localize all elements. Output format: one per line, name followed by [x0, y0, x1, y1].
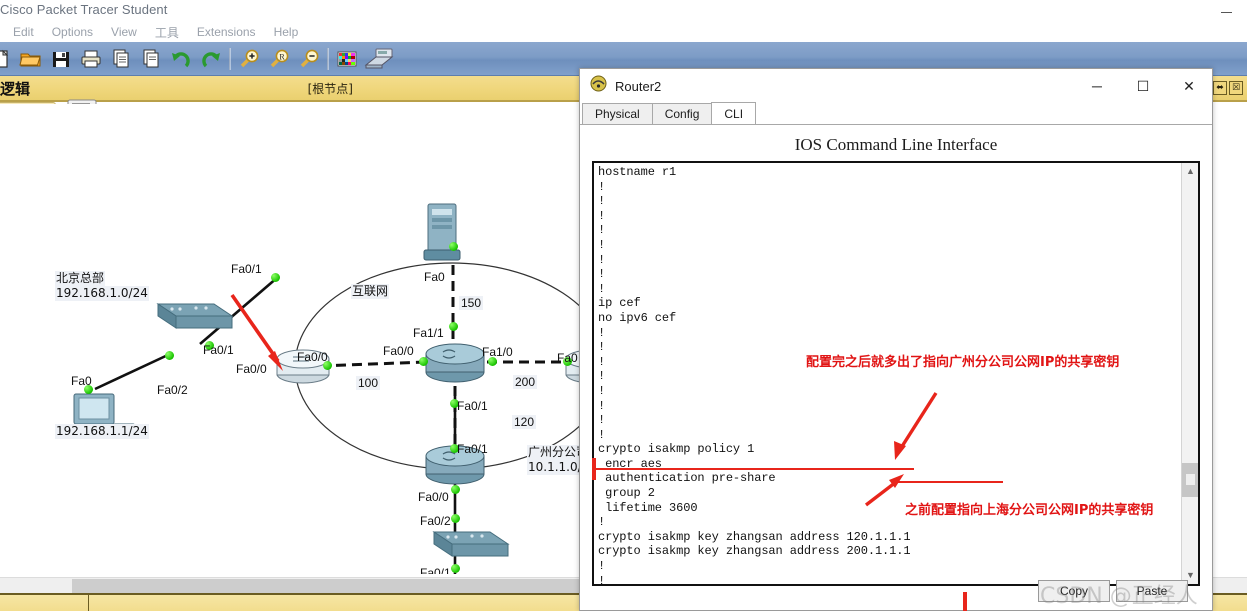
toolbar-separator-2 — [327, 47, 329, 70]
interface-label-gz-switch-fa0-1: Fa0/1 — [420, 566, 451, 574]
interface-label-bottom-fa0-0: Fa0/0 — [418, 490, 449, 504]
move-object-button[interactable]: ⬌ — [1213, 81, 1227, 95]
view-mode-label: 逻辑 — [0, 79, 31, 98]
link-status-dot — [451, 514, 460, 523]
app-title: Cisco Packet Tracer Student — [0, 2, 168, 17]
underline-isakmp-key-120 — [592, 468, 914, 470]
link-cost-200: 200 — [513, 375, 538, 389]
link-status-dot — [451, 485, 460, 494]
cli-maximize-button[interactable]: ☐ — [1120, 69, 1166, 103]
cli-console[interactable]: hostname r1 ! ! ! ! ! ! ! ! ip cef no ip… — [592, 161, 1200, 586]
palette-icon[interactable] — [332, 44, 362, 74]
interface-label-bottom-fa0-1: Fa0/1 — [457, 442, 488, 456]
menu-item-extensions[interactable]: Extensions — [188, 23, 265, 41]
annotation-note-top: 配置完之后就多出了指向广州分公司公网IP的共享密钥 — [806, 355, 1120, 370]
link-status-dot — [449, 242, 458, 251]
cloud-label-internet: 互联网 — [351, 284, 390, 299]
redo-icon[interactable] — [196, 44, 226, 74]
cli-minimize-button[interactable]: ─ — [1074, 69, 1120, 103]
red-arrow-topology — [230, 293, 283, 371]
custom-device-icon[interactable] — [362, 44, 396, 74]
interface-label-left-out-fa0-0: Fa0/0 — [297, 350, 328, 364]
menubar: Edit Options View 工具 Extensions Help — [0, 22, 1247, 42]
tab-cli[interactable]: CLI — [711, 102, 757, 124]
interface-label-server-fa0: Fa0 — [424, 270, 445, 284]
link-cost-120: 120 — [512, 415, 537, 429]
underline-left-cap — [592, 458, 596, 480]
print-icon[interactable] — [76, 44, 106, 74]
cli-heading: IOS Command Line Interface — [794, 135, 998, 154]
packet-tracer-device-icon — [590, 75, 607, 97]
set-tiled-background-button[interactable]: ☒ — [1229, 81, 1243, 95]
router2-cli-window: Router2 ─ ☐ ✕ Physical Config CLI IOS Co… — [579, 68, 1213, 611]
undo-icon[interactable] — [166, 44, 196, 74]
interface-label-center-fa1-0: Fa1/0 — [482, 345, 513, 359]
interface-label-gz-switch-fa0-2: Fa0/2 — [420, 514, 451, 528]
cluster-root-node[interactable]: [根节点] — [40, 80, 621, 97]
interface-label-bj-switch-fa0-1: Fa0/1 — [203, 343, 234, 357]
interface-label-right-fa0: Fa0 — [557, 351, 578, 365]
cli-scroll-thumb[interactable] — [1182, 463, 1198, 497]
new-file-icon[interactable] — [0, 44, 16, 74]
copy-icon[interactable] — [106, 44, 136, 74]
zoom-reset-icon[interactable]: R — [264, 44, 294, 74]
cli-action-buttons: Copy Paste — [580, 580, 1212, 602]
paste-icon[interactable] — [136, 44, 166, 74]
app-titlebar: Cisco Packet Tracer Student — [0, 0, 1247, 22]
cli-console-text: hostname r1 ! ! ! ! ! ! ! ! ip cef no ip… — [598, 165, 911, 586]
tab-config[interactable]: Config — [651, 103, 713, 124]
cli-vertical-scrollbar[interactable]: ▲ ▼ — [1181, 163, 1198, 584]
menu-item-view[interactable]: View — [102, 23, 146, 41]
cli-tab-strip: Physical Config CLI — [580, 102, 1212, 125]
interface-label-left-fa0-0: Fa0/0 — [236, 362, 267, 376]
cli-window-title: Router2 — [615, 78, 662, 94]
annotation-note-bottom: 之前配置指向上海分公司公网IP的共享密钥 — [905, 503, 1154, 518]
link-cost-150: 150 — [459, 296, 484, 310]
link-cost-100: 100 — [356, 376, 381, 390]
save-icon[interactable] — [46, 44, 76, 74]
svg-text:R: R — [279, 52, 285, 61]
link-status-dot — [451, 564, 460, 573]
copy-button[interactable]: Copy — [1038, 580, 1110, 602]
menu-item-options[interactable]: Options — [43, 23, 102, 41]
paste-button[interactable]: Paste — [1116, 580, 1188, 602]
underline-isakmp-key-200 — [893, 481, 1003, 483]
link-status-dot — [165, 351, 174, 360]
interface-label-bj-router-fa0-1: Fa0/1 — [231, 262, 262, 276]
open-folder-icon[interactable] — [16, 44, 46, 74]
cli-titlebar[interactable]: Router2 ─ ☐ ✕ — [580, 69, 1212, 103]
menu-item-edit[interactable]: Edit — [4, 23, 43, 41]
interface-label-center-fa0-1: Fa0/1 — [457, 399, 488, 413]
link-status-dot — [449, 322, 458, 331]
interface-label-bj-pc-fa0: Fa0 — [71, 374, 92, 388]
link-status-dot — [271, 273, 280, 282]
site-label-beijing-name: 北京总部 — [55, 271, 106, 286]
interface-label-center-fa1-1: Fa1/1 — [413, 326, 444, 340]
zoom-out-icon[interactable] — [294, 44, 324, 74]
menu-item-tools[interactable]: 工具 — [146, 22, 188, 43]
minimize-icon[interactable] — [1221, 5, 1235, 17]
menu-item-help[interactable]: Help — [265, 23, 308, 41]
link-status-dot — [419, 357, 428, 366]
tab-physical[interactable]: Physical — [582, 103, 653, 124]
cli-close-button[interactable]: ✕ — [1166, 69, 1212, 103]
scroll-up-arrow-icon[interactable]: ▲ — [1182, 163, 1198, 180]
interface-label-bj-switch-fa0-2: Fa0/2 — [157, 383, 188, 397]
toolbar-separator-1 — [229, 47, 231, 70]
pc-label-beijing-ip: 192.168.1.1/24 — [55, 424, 149, 439]
zoom-in-icon[interactable] — [234, 44, 264, 74]
site-label-beijing-subnet: 192.168.1.0/24 — [55, 286, 149, 301]
interface-label-center-fa0-0: Fa0/0 — [383, 344, 414, 358]
